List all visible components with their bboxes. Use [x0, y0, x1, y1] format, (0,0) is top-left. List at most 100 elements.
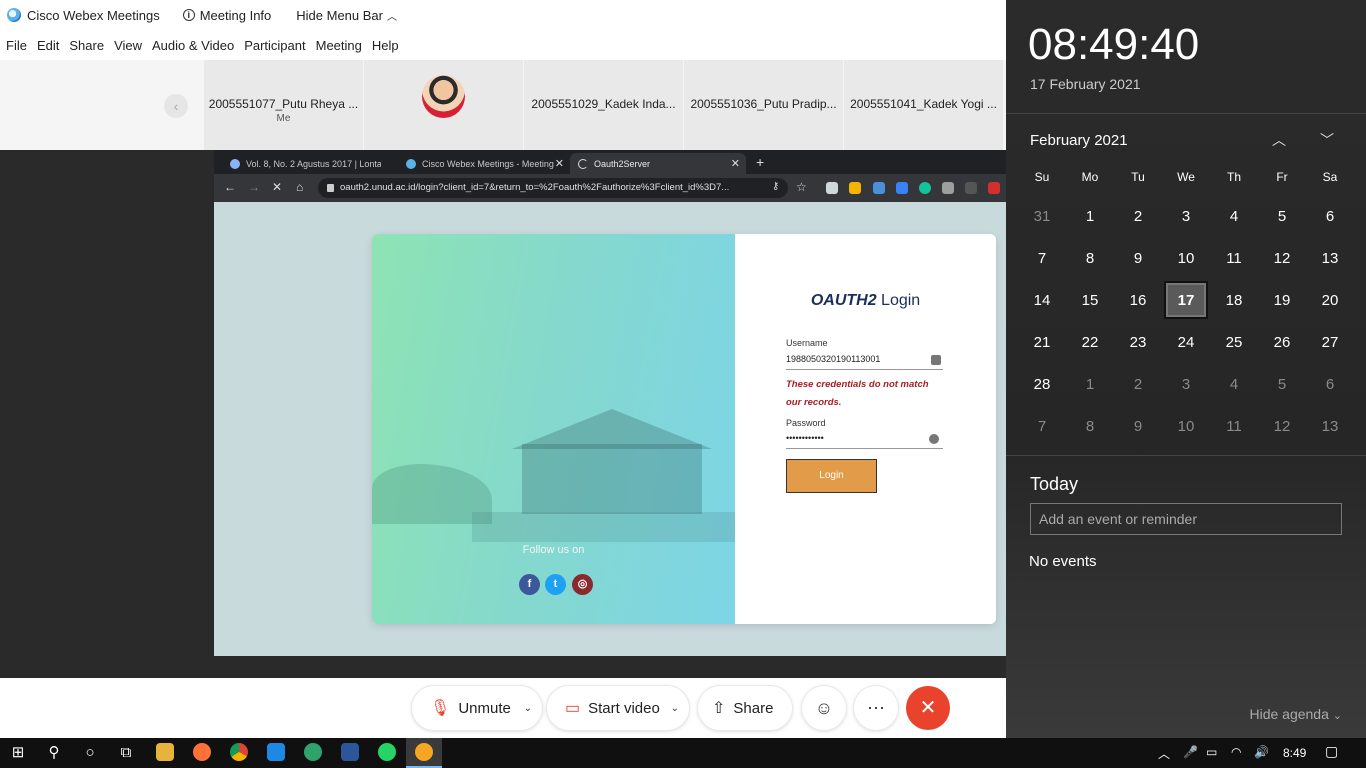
calendar-day[interactable]: 27 — [1306, 323, 1354, 363]
calendar-day[interactable]: 7 — [1018, 407, 1066, 447]
stop-icon[interactable]: ✕ — [272, 180, 282, 194]
participant-tile[interactable]: 2005551077_Putu Rheya ... Me — [204, 60, 363, 150]
vscode-icon[interactable] — [267, 743, 285, 761]
reactions-button[interactable]: ☺ — [802, 686, 846, 730]
chevron-down-icon[interactable]: ⌄ — [524, 703, 532, 714]
calendar-day[interactable]: 22 — [1066, 323, 1114, 363]
calendar-day[interactable]: 15 — [1066, 281, 1114, 321]
participant-tile[interactable] — [364, 60, 523, 150]
url-field[interactable]: oauth2.unud.ac.id/login?client_id=7&retu… — [318, 178, 788, 198]
taskbar-clock[interactable]: 8:49 — [1283, 746, 1306, 760]
home-icon[interactable]: ⌂ — [296, 180, 303, 194]
calendar-day[interactable]: 5 — [1258, 365, 1306, 405]
chevron-up-icon[interactable]: ︿ — [1272, 130, 1286, 150]
calendar-day[interactable]: 11 — [1210, 239, 1258, 279]
calendar-day[interactable]: 31 — [1018, 197, 1066, 237]
close-icon[interactable]: ✕ — [555, 157, 564, 170]
calendar-day[interactable]: 17 — [1164, 281, 1208, 319]
clock-date[interactable]: 17 February 2021 — [1030, 76, 1141, 92]
action-center-icon[interactable]: ▢ — [1325, 743, 1338, 760]
calendar-day[interactable]: 8 — [1066, 407, 1114, 447]
calendar-day[interactable]: 8 — [1066, 239, 1114, 279]
word-icon[interactable] — [341, 743, 359, 761]
calendar-day[interactable]: 28 — [1018, 365, 1066, 405]
extension-icon[interactable] — [965, 182, 977, 194]
file-explorer-icon[interactable] — [156, 743, 174, 761]
firefox-icon[interactable] — [193, 743, 211, 761]
task-view-icon[interactable]: ⧉ — [116, 743, 136, 763]
key-icon[interactable]: ⚷ — [772, 181, 779, 192]
calendar-day[interactable]: 16 — [1114, 281, 1162, 321]
strip-prev-button[interactable]: ‹ — [164, 94, 188, 118]
meeting-info-button[interactable]: i Meeting Info — [182, 8, 271, 23]
calendar-day[interactable]: 26 — [1258, 323, 1306, 363]
facebook-icon[interactable]: f — [519, 574, 540, 595]
volume-icon[interactable]: 🔊 — [1254, 745, 1269, 759]
show-password-icon[interactable] — [929, 434, 939, 444]
menu-view[interactable]: View — [114, 38, 142, 53]
star-icon[interactable]: ☆ — [796, 180, 807, 194]
participant-tile[interactable]: 2005551029_Kadek Inda... — [524, 60, 683, 150]
calendar-day[interactable]: 13 — [1306, 407, 1354, 447]
whatsapp-icon[interactable] — [378, 743, 396, 761]
calendar-day[interactable]: 4 — [1210, 197, 1258, 237]
calendar-day[interactable]: 12 — [1258, 407, 1306, 447]
battery-icon[interactable]: ▭ — [1206, 745, 1217, 759]
instagram-icon[interactable]: ◎ — [572, 574, 593, 595]
menu-share[interactable]: Share — [69, 38, 104, 53]
calendar-day[interactable]: 18 — [1210, 281, 1258, 321]
calendar-day[interactable]: 9 — [1114, 407, 1162, 447]
chevron-down-icon[interactable]: ⌄ — [671, 703, 679, 714]
calendar-day[interactable]: 25 — [1210, 323, 1258, 363]
username-field[interactable]: 198805032019011300​1 — [786, 354, 943, 370]
calendar-day[interactable]: 7 — [1018, 239, 1066, 279]
browser-tab-active[interactable]: Oauth2Server ✕ — [570, 153, 746, 174]
add-event-input[interactable]: Add an event or reminder — [1030, 503, 1342, 535]
drive-extension-icon[interactable] — [849, 182, 861, 194]
calendar-day[interactable]: 10 — [1162, 407, 1210, 447]
edge-icon[interactable] — [304, 743, 322, 761]
microphone-icon[interactable]: 🎤 — [1183, 745, 1198, 759]
search-icon[interactable]: ⚲ — [44, 743, 64, 763]
calendar-day[interactable]: 3 — [1162, 197, 1210, 237]
browser-tab[interactable]: Cisco Webex Meetings - Meeting ✕ — [398, 153, 570, 174]
calendar-day[interactable]: 1 — [1066, 365, 1114, 405]
calendar-day[interactable]: 5 — [1258, 197, 1306, 237]
share-button[interactable]: ⇧ Share — [698, 686, 792, 730]
extension-icon[interactable] — [826, 182, 838, 194]
close-icon[interactable]: ✕ — [731, 157, 740, 170]
calendar-day[interactable]: 19 — [1258, 281, 1306, 321]
calendar-day[interactable]: 4 — [1210, 365, 1258, 405]
grammarly-icon[interactable] — [919, 182, 931, 194]
calendar-day[interactable]: 21 — [1018, 323, 1066, 363]
twitter-icon[interactable]: t — [545, 574, 566, 595]
participant-tile[interactable]: 2005551036_Putu Pradip... — [684, 60, 843, 150]
menu-audio-video[interactable]: Audio & Video — [152, 38, 234, 53]
extension-icon[interactable] — [988, 182, 1000, 194]
more-options-button[interactable]: ⋯ — [854, 686, 898, 730]
extension-icon[interactable] — [942, 182, 954, 194]
menu-file[interactable]: File — [6, 38, 27, 53]
calendar-day[interactable]: 2 — [1114, 365, 1162, 405]
tray-overflow-icon[interactable]: ︿ — [1158, 745, 1170, 762]
hide-agenda-button[interactable]: Hide agenda ⌄ — [1249, 706, 1342, 722]
calendar-day[interactable]: 12 — [1258, 239, 1306, 279]
calendar-day[interactable]: 1 — [1066, 197, 1114, 237]
password-field[interactable]: •••••••••••• — [786, 433, 943, 449]
calendar-day[interactable]: 6 — [1306, 197, 1354, 237]
login-button[interactable]: Login — [786, 459, 877, 493]
hide-menu-bar-button[interactable]: Hide Menu Bar ︿ — [296, 8, 397, 23]
back-icon[interactable]: ← — [224, 180, 236, 194]
unmute-button[interactable]: 🎙 Unmute ⌄ — [412, 686, 542, 730]
chevron-down-icon[interactable]: ﹀ — [1320, 130, 1334, 150]
calendar-month-label[interactable]: February 2021 — [1030, 132, 1128, 149]
calendar-day[interactable]: 10 — [1162, 239, 1210, 279]
calendar-day[interactable]: 14 — [1018, 281, 1066, 321]
menu-meeting[interactable]: Meeting — [316, 38, 362, 53]
extension-icon[interactable] — [873, 182, 885, 194]
browser-tab[interactable]: Vol. 8, No. 2 Agustus 2017 | Lontar — [222, 153, 398, 174]
new-tab-icon[interactable]: + — [756, 154, 764, 170]
menu-participant[interactable]: Participant — [244, 38, 305, 53]
menu-help[interactable]: Help — [372, 38, 399, 53]
calendar-day[interactable]: 11 — [1210, 407, 1258, 447]
